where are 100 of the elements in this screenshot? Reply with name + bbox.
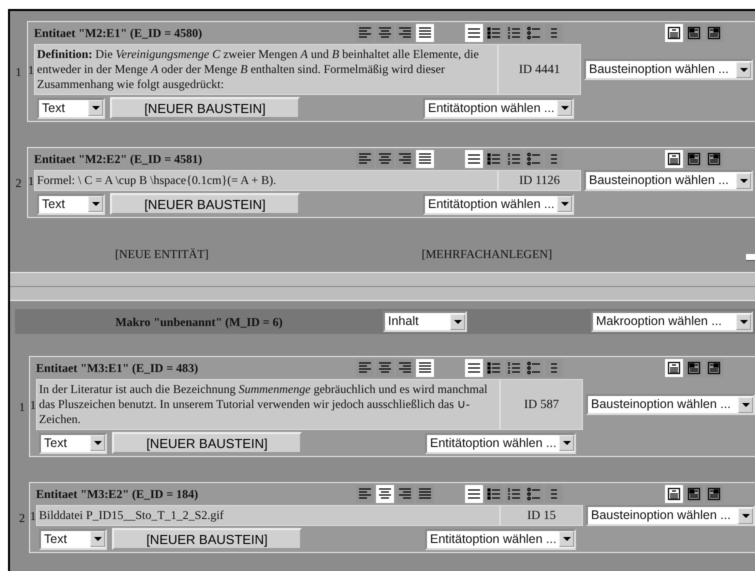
entity-option-dropdown[interactable]: Entitätoption wählen ... xyxy=(425,528,576,550)
block-option-dropdown[interactable]: Bausteinoption wählen ... xyxy=(586,394,755,415)
numbered-list-button[interactable] xyxy=(505,150,523,168)
bullet-list-button[interactable] xyxy=(485,24,503,42)
block-number: 1 xyxy=(28,172,34,190)
align-right-icon xyxy=(398,152,412,166)
justify-icon xyxy=(418,26,432,40)
bullet-list-button[interactable] xyxy=(485,150,503,168)
text-left-image-button[interactable] xyxy=(705,485,723,503)
align-left-button[interactable] xyxy=(356,485,374,503)
numbered-list-button[interactable] xyxy=(505,359,523,377)
text-right-image-icon xyxy=(687,487,701,501)
text-left-image-icon xyxy=(707,361,721,375)
entity-title: Entitaet "M2:E2" (E_ID = 4581) xyxy=(34,151,202,168)
text-left-image-button[interactable] xyxy=(705,150,723,168)
indent-button[interactable] xyxy=(545,485,563,503)
lettered-list-button[interactable] xyxy=(525,24,543,42)
content-dropdown[interactable]: Inhalt xyxy=(383,311,467,332)
align-right-button[interactable] xyxy=(396,359,414,377)
row-number: 1 xyxy=(18,398,26,416)
text-below-image-button[interactable] xyxy=(665,150,683,168)
lines-icon xyxy=(467,361,481,375)
block-option-dropdown[interactable]: Bausteinoption wählen ... xyxy=(584,59,753,80)
macro-title: Makro "unbenannt" (M_ID = 6) xyxy=(114,314,284,330)
text-below-image-icon xyxy=(667,152,681,166)
block-number: 1 xyxy=(28,62,34,78)
entity-option-dropdown[interactable]: Entitätoption wählen ... xyxy=(423,98,574,118)
align-right-button[interactable] xyxy=(396,150,414,168)
align-center-button[interactable] xyxy=(376,24,394,42)
text-below-image-button[interactable] xyxy=(665,485,683,503)
new-block-button[interactable]: [NEUER BAUSTEIN] xyxy=(110,97,300,119)
lines-button[interactable] xyxy=(465,24,483,42)
align-right-button[interactable] xyxy=(396,485,414,503)
text-below-image-button[interactable] xyxy=(665,359,683,377)
multi-create-link[interactable]: [MEHRFACHANLEGEN] xyxy=(422,245,552,263)
numbered-list-icon xyxy=(507,26,521,40)
row-number: 2 xyxy=(14,174,22,192)
lines-button[interactable] xyxy=(465,150,483,168)
new-entity-link[interactable]: [NEUE ENTITÄT] xyxy=(115,245,209,263)
macro-option-dropdown[interactable]: Makrooption wählen ... xyxy=(591,311,753,332)
text-below-image-button[interactable] xyxy=(665,24,683,42)
numbered-list-button[interactable] xyxy=(505,485,523,503)
align-center-button[interactable] xyxy=(376,485,394,503)
new-block-button[interactable]: [NEUER BAUSTEIN] xyxy=(110,193,300,215)
align-center-icon xyxy=(378,152,392,166)
scroll-handle-icon xyxy=(746,254,755,261)
block-option-dropdown[interactable]: Bausteinoption wählen ... xyxy=(586,505,755,526)
indent-button[interactable] xyxy=(545,24,563,42)
text-left-image-button[interactable] xyxy=(705,359,723,377)
new-block-button[interactable]: [NEUER BAUSTEIN] xyxy=(112,432,302,454)
text-left-image-button[interactable] xyxy=(705,24,723,42)
lines-button[interactable] xyxy=(465,485,483,503)
align-center-button[interactable] xyxy=(376,359,394,377)
block-number: 1 xyxy=(30,396,36,414)
align-right-icon xyxy=(398,361,412,375)
lettered-list-icon xyxy=(527,152,541,166)
entity-option-dropdown[interactable]: Entitätoption wählen ... xyxy=(423,194,574,214)
entity-option-dropdown[interactable]: Entitätoption wählen ... xyxy=(425,432,576,454)
align-left-button[interactable] xyxy=(356,150,374,168)
justify-button[interactable] xyxy=(416,150,434,168)
type-dropdown[interactable]: Text xyxy=(39,432,107,454)
lettered-list-button[interactable] xyxy=(525,359,543,377)
lines-icon xyxy=(467,487,481,501)
new-block-button[interactable]: [NEUER BAUSTEIN] xyxy=(112,528,302,550)
bullet-list-icon xyxy=(487,152,501,166)
bullet-list-button[interactable] xyxy=(485,359,503,377)
lettered-list-button[interactable] xyxy=(525,485,543,503)
text-right-image-button[interactable] xyxy=(685,485,703,503)
align-left-button[interactable] xyxy=(356,24,374,42)
lettered-list-button[interactable] xyxy=(525,150,543,168)
align-right-icon xyxy=(398,26,412,40)
lines-icon xyxy=(467,26,481,40)
text-left-image-icon xyxy=(707,152,721,166)
indent-button[interactable] xyxy=(545,150,563,168)
text-right-image-button[interactable] xyxy=(685,359,703,377)
lines-button[interactable] xyxy=(465,359,483,377)
indent-button[interactable] xyxy=(545,359,563,377)
type-dropdown[interactable]: Text xyxy=(37,98,105,118)
block-id: ID 587 xyxy=(500,379,583,430)
block-option-dropdown[interactable]: Bausteinoption wählen ... xyxy=(584,170,753,191)
entity-title: Entitaet "M2:E1" (E_ID = 4580) xyxy=(34,25,202,42)
justify-button[interactable] xyxy=(416,485,434,503)
bullet-list-button[interactable] xyxy=(485,485,503,503)
bullet-list-icon xyxy=(487,487,501,501)
justify-icon xyxy=(418,152,432,166)
text-right-image-button[interactable] xyxy=(685,24,703,42)
align-right-button[interactable] xyxy=(396,24,414,42)
align-right-icon xyxy=(398,487,412,501)
type-dropdown[interactable]: Text xyxy=(37,194,105,214)
block-id: ID 4441 xyxy=(498,44,581,95)
text-right-image-button[interactable] xyxy=(685,150,703,168)
align-left-button[interactable] xyxy=(356,359,374,377)
justify-button[interactable] xyxy=(416,359,434,377)
align-left-icon xyxy=(358,361,372,375)
numbered-list-button[interactable] xyxy=(505,24,523,42)
justify-button[interactable] xyxy=(416,24,434,42)
type-dropdown[interactable]: Text xyxy=(39,528,107,550)
align-center-button[interactable] xyxy=(376,150,394,168)
text-right-image-icon xyxy=(687,26,701,40)
bullet-list-icon xyxy=(487,361,501,375)
